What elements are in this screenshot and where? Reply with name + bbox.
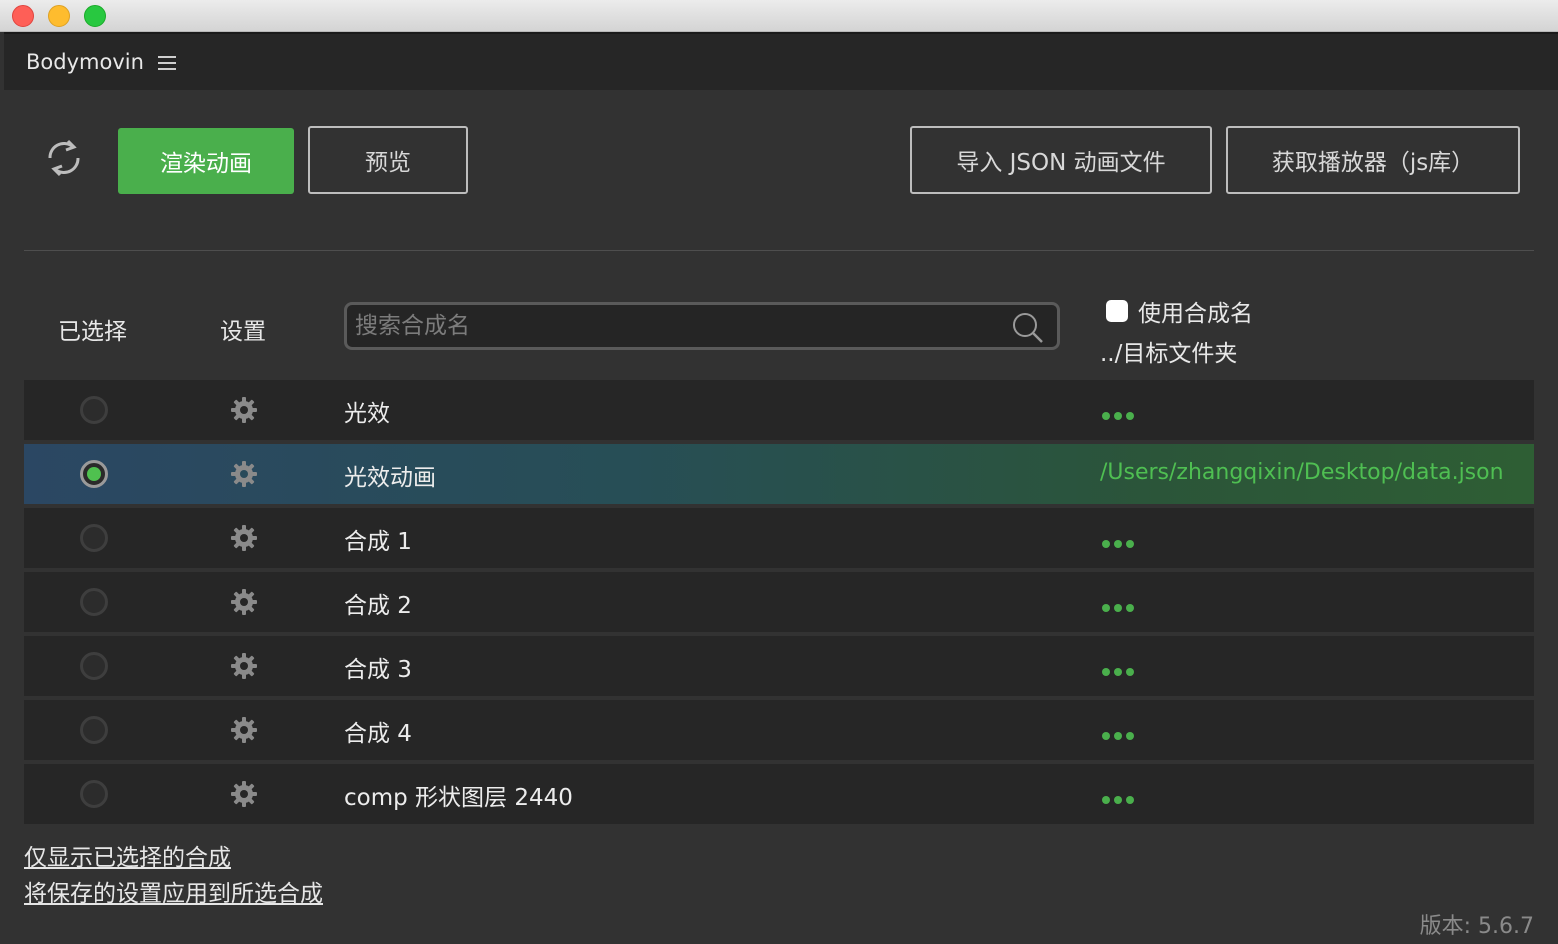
use-comp-name-label: 使用合成名 — [1138, 301, 1253, 327]
hamburger-icon[interactable] — [158, 56, 176, 72]
select-radio[interactable] — [80, 524, 108, 552]
gear-icon[interactable] — [230, 780, 258, 808]
refresh-icon[interactable] — [42, 136, 86, 180]
minimize-window-button[interactable] — [48, 5, 70, 27]
app-window: Bodymovin 渲染动画 预览 导入 JSON 动画文件 获取播放器（js库… — [0, 0, 1558, 944]
choose-destination-icon[interactable] — [1102, 732, 1138, 740]
composition-name: 光效 — [344, 401, 390, 427]
select-radio[interactable] — [80, 652, 108, 680]
search-box — [344, 302, 1060, 350]
table-row[interactable]: 合成 1 — [24, 508, 1534, 568]
apply-settings-link[interactable]: 将保存的设置应用到所选合成 — [24, 874, 323, 908]
window-titlebar — [0, 0, 1558, 32]
table-row[interactable]: 合成 2 — [24, 572, 1534, 632]
composition-name: 光效动画 — [344, 465, 436, 491]
choose-destination-icon[interactable] — [1102, 412, 1138, 420]
table-row[interactable]: 光效动画 /Users/zhangqixin/Desktop/data.json — [24, 444, 1534, 504]
column-header-selected: 已选择 — [58, 319, 127, 345]
search-icon — [1013, 313, 1043, 343]
gear-icon[interactable] — [230, 652, 258, 680]
table-row[interactable]: comp 形状图层 2440 — [24, 764, 1534, 824]
maximize-window-button[interactable] — [84, 5, 106, 27]
use-comp-name-option[interactable]: 使用合成名 — [1106, 294, 1253, 328]
composition-name: 合成 1 — [344, 529, 412, 555]
choose-destination-icon[interactable] — [1102, 668, 1138, 676]
search-input[interactable] — [355, 310, 995, 342]
select-radio[interactable] — [80, 716, 108, 744]
table-row[interactable]: 合成 3 — [24, 636, 1534, 696]
column-header-settings: 设置 — [220, 319, 266, 345]
choose-destination-icon[interactable] — [1102, 604, 1138, 612]
close-window-button[interactable] — [12, 5, 34, 27]
target-folder-label: ../目标文件夹 — [1100, 341, 1238, 367]
choose-destination-icon[interactable] — [1102, 796, 1138, 804]
composition-list: 光效 光效动画 /Users/zhangqixin/Desktop/data.j… — [24, 380, 1534, 828]
get-player-button[interactable]: 获取播放器（js库） — [1226, 126, 1520, 194]
gear-icon[interactable] — [230, 524, 258, 552]
choose-destination-icon[interactable] — [1102, 540, 1138, 548]
show-selected-link[interactable]: 仅显示已选择的合成 — [24, 838, 231, 872]
gear-icon[interactable] — [230, 588, 258, 616]
composition-name: 合成 4 — [344, 721, 412, 747]
destination-path[interactable]: /Users/zhangqixin/Desktop/data.json — [1100, 460, 1504, 485]
preview-button[interactable]: 预览 — [308, 126, 468, 194]
gear-icon[interactable] — [230, 716, 258, 744]
select-radio[interactable] — [80, 588, 108, 616]
table-row[interactable]: 合成 4 — [24, 700, 1534, 760]
select-radio[interactable] — [80, 780, 108, 808]
composition-name: 合成 3 — [344, 657, 412, 683]
gear-icon[interactable] — [230, 396, 258, 424]
gear-icon[interactable] — [230, 460, 258, 488]
panel-content: 渲染动画 预览 导入 JSON 动画文件 获取播放器（js库） 已选择 设置 使… — [4, 90, 1558, 944]
composition-name: comp 形状图层 2440 — [344, 785, 573, 811]
import-json-button[interactable]: 导入 JSON 动画文件 — [910, 126, 1212, 194]
composition-name: 合成 2 — [344, 593, 412, 619]
select-radio[interactable] — [80, 396, 108, 424]
version-label: 版本: 5.6.7 — [1419, 914, 1534, 939]
use-comp-name-checkbox[interactable] — [1106, 300, 1128, 322]
panel-header: Bodymovin — [4, 32, 1558, 90]
select-radio[interactable] — [80, 460, 108, 488]
panel-title: Bodymovin — [26, 50, 144, 74]
radio-selected-dot — [87, 467, 101, 481]
render-button[interactable]: 渲染动画 — [118, 128, 294, 194]
toolbar-divider — [24, 250, 1534, 251]
table-row[interactable]: 光效 — [24, 380, 1534, 440]
